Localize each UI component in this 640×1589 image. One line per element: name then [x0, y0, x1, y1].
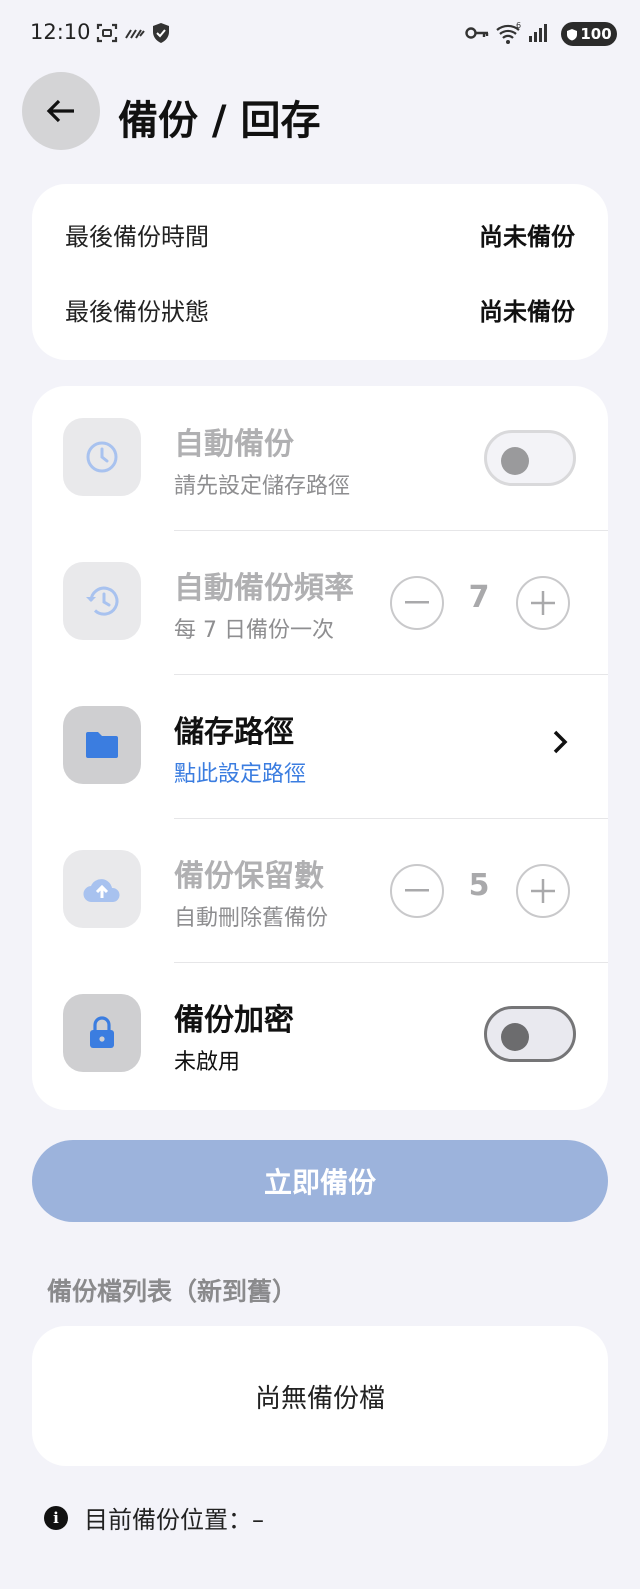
storage-path-title: 儲存路徑 [174, 715, 294, 750]
backup-frequency-subtitle: 每 7 日備份一次 [174, 618, 334, 643]
backup-frequency-row: 自動備份頻率 每 7 日備份一次 7 [32, 530, 608, 675]
backup-file-list-heading: 備份檔列表（新到舊） [47, 1277, 298, 1306]
minus-icon [405, 601, 429, 604]
frequency-increase-button[interactable] [516, 576, 570, 630]
retention-increase-button[interactable] [516, 864, 570, 918]
toggle-knob [501, 447, 529, 475]
backup-location-info: i 目前備份位置：– [44, 1500, 264, 1535]
retention-decrease-button[interactable] [390, 864, 444, 918]
storage-path-row[interactable]: 儲存路徑 點此設定路徑 [32, 674, 608, 819]
frequency-value: 7 [468, 580, 490, 615]
clock-icon [63, 418, 141, 496]
toggle-knob [501, 1023, 529, 1051]
backup-frequency-title: 自動備份頻率 [174, 571, 354, 606]
stripes-icon [124, 20, 146, 46]
empty-list-text: 尚無備份檔 [254, 1383, 385, 1414]
status-time: 12:10 [30, 20, 91, 44]
last-backup-status-row: 最後備份狀態 尚未備份 [65, 289, 575, 329]
backup-info-card: 最後備份時間 尚未備份 最後備份狀態 尚未備份 [32, 184, 608, 360]
last-backup-time-label: 最後備份時間 [65, 222, 209, 251]
folder-icon [63, 706, 141, 784]
minus-icon [405, 889, 429, 892]
backup-encryption-subtitle: 未啟用 [174, 1050, 241, 1075]
backup-file-list: 尚無備份檔 [32, 1326, 608, 1466]
status-bar: 12:10 6 100 [0, 0, 640, 66]
key-icon [464, 20, 490, 46]
shield-icon [150, 20, 172, 46]
auto-backup-row[interactable]: 自動備份 請先設定儲存路徑 [32, 386, 608, 531]
backup-settings-card: 自動備份 請先設定儲存路徑 自動備份頻率 每 7 日備份一次 7 儲存路徑 點此… [32, 386, 608, 1110]
backup-encryption-toggle[interactable] [484, 1006, 576, 1062]
backup-retention-row: 備份保留數 自動刪除舊備份 5 [32, 818, 608, 963]
info-icon: i [44, 1505, 68, 1530]
backup-retention-subtitle: 自動刪除舊備份 [174, 906, 329, 931]
backup-encryption-title: 備份加密 [174, 1003, 294, 1038]
screenshot-icon [94, 20, 120, 46]
backup-now-button[interactable]: 立即備份 [32, 1140, 608, 1222]
last-backup-status-value: 尚未備份 [479, 297, 575, 326]
back-button[interactable] [22, 72, 100, 150]
auto-backup-title: 自動備份 [174, 427, 294, 462]
storage-path-link[interactable]: 點此設定路徑 [174, 756, 306, 788]
plus-icon [531, 591, 555, 615]
auto-backup-toggle[interactable] [484, 430, 576, 486]
last-backup-time-value: 尚未備份 [479, 222, 575, 251]
battery-icon [567, 28, 578, 40]
chevron-right-icon [552, 729, 568, 759]
plus-icon [531, 879, 555, 903]
signal-icon [527, 20, 549, 46]
last-backup-time-row: 最後備份時間 尚未備份 [65, 214, 575, 254]
auto-backup-subtitle: 請先設定儲存路徑 [174, 474, 351, 499]
svg-text:6: 6 [516, 21, 521, 30]
frequency-decrease-button[interactable] [390, 576, 444, 630]
backup-retention-title: 備份保留數 [174, 859, 324, 894]
retention-value: 5 [468, 868, 490, 903]
history-icon [63, 562, 141, 640]
battery-level: 100 [580, 25, 612, 43]
battery-indicator: 100 [561, 22, 617, 46]
cloud-upload-icon [63, 850, 141, 928]
backup-encryption-row[interactable]: 備份加密 未啟用 [32, 962, 608, 1107]
last-backup-status-label: 最後備份狀態 [65, 297, 209, 326]
wifi-icon: 6 [495, 20, 523, 46]
page-title: 備份 / 回存 [118, 98, 321, 144]
lock-icon [63, 994, 141, 1072]
arrow-left-icon [46, 99, 74, 123]
backup-location-text: 目前備份位置：– [84, 1506, 264, 1534]
